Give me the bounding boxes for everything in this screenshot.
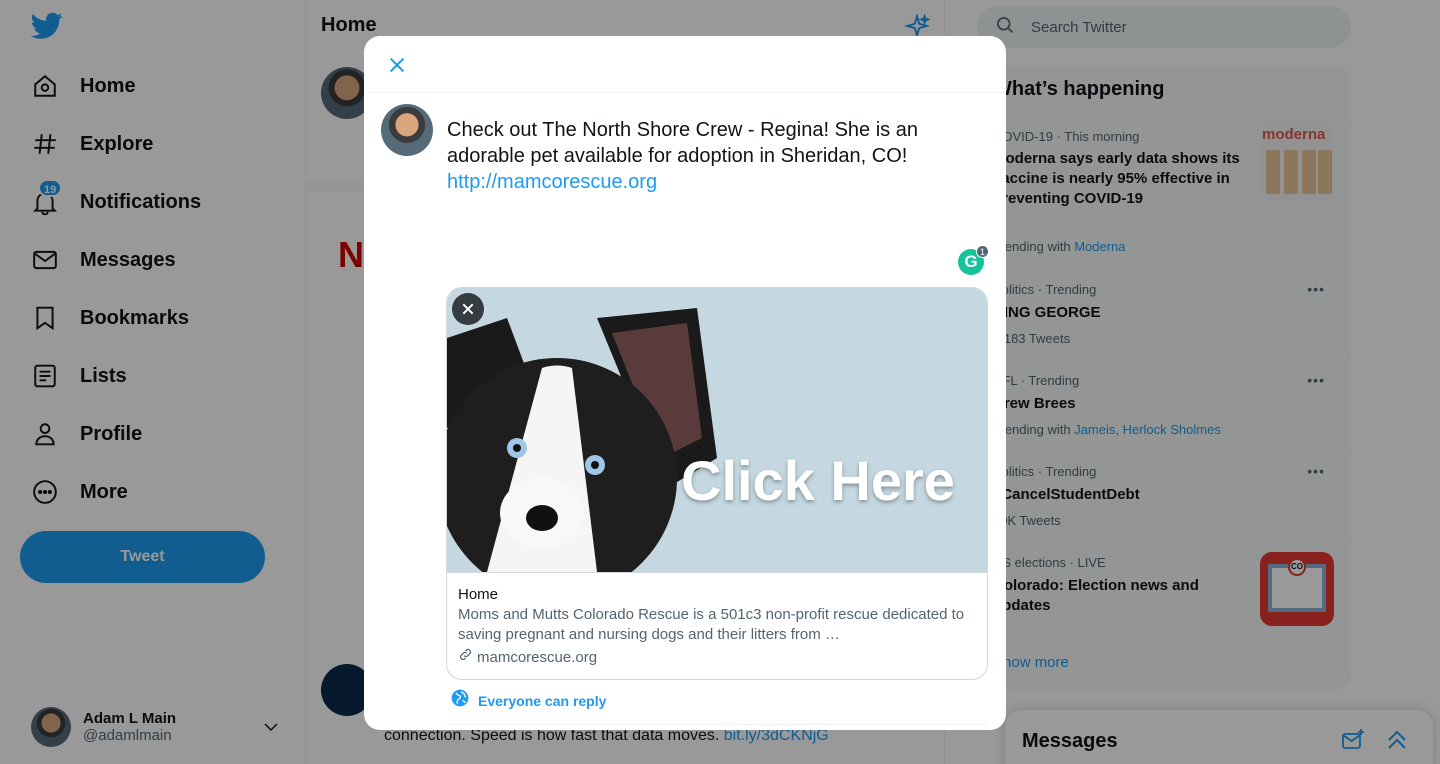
tweet-compose-textarea[interactable]: Check out The North Shore Crew - Regina!… bbox=[447, 117, 967, 195]
reply-setting-label: Everyone can reply bbox=[478, 692, 607, 709]
composer-avatar bbox=[381, 104, 433, 156]
compose-modal: Check out The North Shore Crew - Regina!… bbox=[364, 36, 1006, 730]
compose-link[interactable]: http://mamcorescue.org bbox=[447, 171, 657, 193]
divider bbox=[446, 724, 988, 725]
card-image: Click Here bbox=[447, 288, 987, 572]
puppy-illustration bbox=[447, 308, 717, 572]
card-body: Home Moms and Mutts Colorado Rescue is a… bbox=[447, 572, 987, 679]
globe-icon bbox=[450, 688, 470, 713]
card-description: Moms and Mutts Colorado Rescue is a 501c… bbox=[458, 606, 965, 643]
compose-text: Check out The North Shore Crew - Regina!… bbox=[447, 119, 918, 167]
card-image-text: Click Here bbox=[681, 449, 955, 512]
close-button[interactable] bbox=[382, 50, 412, 80]
close-icon bbox=[462, 303, 474, 315]
reply-setting-button[interactable]: Everyone can reply bbox=[450, 688, 606, 713]
card-domain-row: mamcorescue.org bbox=[458, 647, 978, 668]
card-title: Home bbox=[458, 586, 499, 603]
link-preview-card[interactable]: Click Here Home Moms and Mutts Colorado … bbox=[446, 287, 988, 680]
remove-card-button[interactable] bbox=[452, 293, 484, 325]
link-icon bbox=[458, 647, 473, 668]
close-icon bbox=[389, 57, 405, 73]
grammarly-badge: 1 bbox=[976, 245, 989, 258]
card-domain: mamcorescue.org bbox=[477, 648, 598, 666]
modal-header bbox=[364, 36, 1006, 93]
